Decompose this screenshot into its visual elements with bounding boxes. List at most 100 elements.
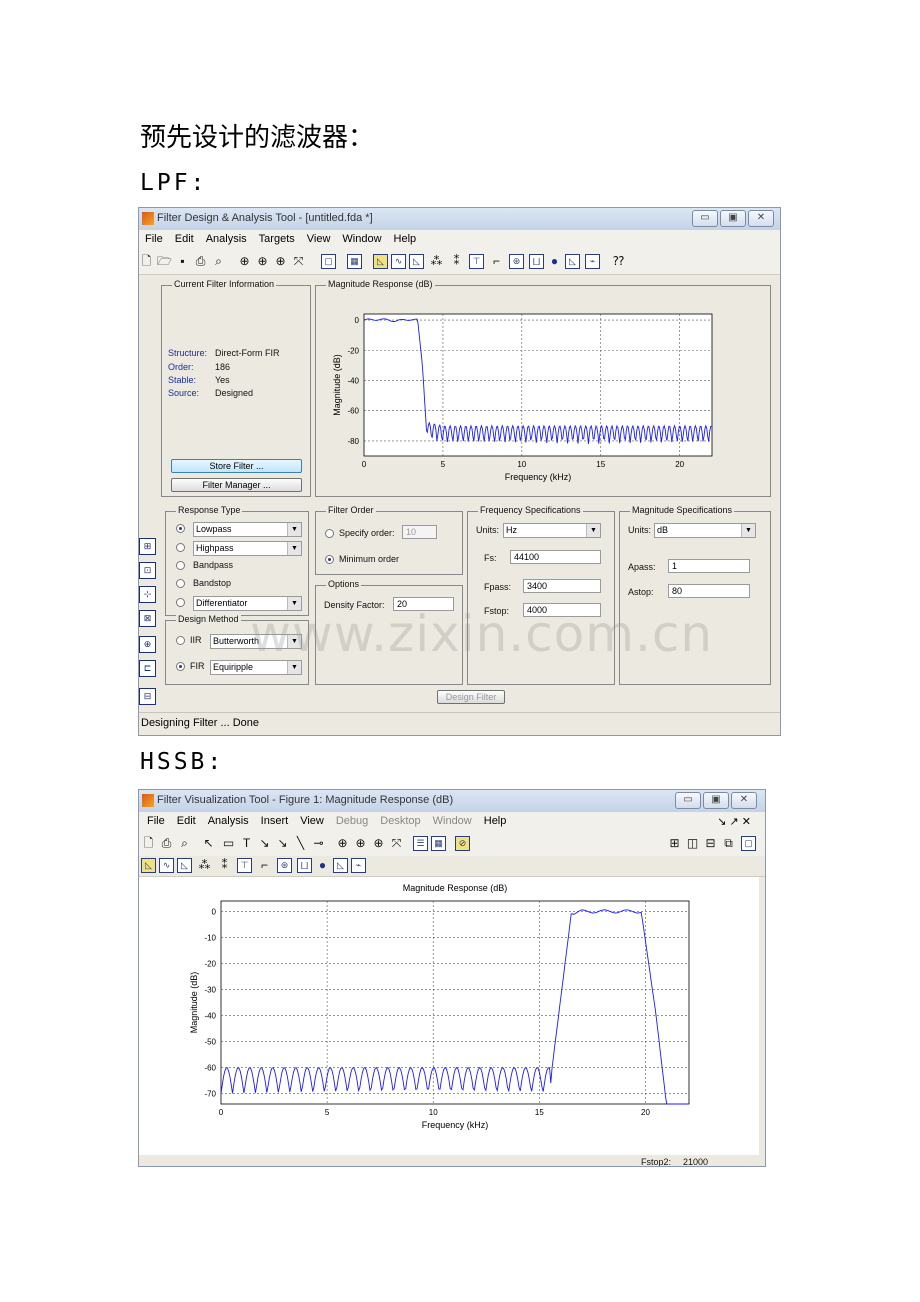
highpass-radio[interactable] (176, 543, 185, 552)
menu-targets[interactable]: Targets (253, 230, 301, 245)
coefficients-icon[interactable]: ⨆ (297, 858, 312, 873)
noise-loading-icon[interactable]: ⌁ (585, 254, 600, 269)
maximize-button[interactable]: ▣ (703, 792, 729, 809)
menu-debug[interactable]: Debug (330, 812, 374, 827)
close-button[interactable]: ✕ (748, 210, 774, 227)
info-icon[interactable]: ● (315, 858, 330, 873)
menu-analysis[interactable]: Analysis (202, 812, 255, 827)
magnitude-estimate-icon[interactable]: ◺ (333, 858, 348, 873)
lowpass-select[interactable]: Lowpass ▼ (193, 522, 302, 537)
apass-input[interactable]: 1 (668, 559, 750, 573)
zoom-y-icon[interactable]: ⊕ (273, 254, 288, 269)
freq-units-select[interactable]: Hz ▼ (503, 523, 601, 538)
text-icon[interactable]: T (239, 836, 254, 851)
phase-delay-icon[interactable]: ⁑ (449, 254, 464, 269)
print-preview-icon[interactable]: ⌕ (177, 836, 192, 851)
menu-file[interactable]: File (139, 230, 169, 245)
transform-side-icon[interactable]: ⊡ (139, 562, 156, 579)
link-icon[interactable]: ⊘ (455, 836, 470, 851)
new-icon[interactable]: 🗋 (141, 836, 156, 851)
specify-order-radio[interactable] (325, 529, 334, 538)
highpass-select[interactable]: Highpass ▼ (193, 541, 302, 556)
maximize-pane-icon[interactable]: ▢ (741, 836, 756, 851)
bandpass-radio[interactable] (176, 561, 185, 570)
tile-icon[interactable]: ⊞ (667, 836, 682, 851)
float-icon[interactable]: ⧉ (721, 836, 736, 851)
multirate-side-icon[interactable]: ⊟ (139, 688, 156, 705)
grid-icon[interactable]: ▦ (431, 836, 446, 851)
zoom-in-icon[interactable]: ⊕ (335, 836, 350, 851)
line-icon[interactable]: ╲ (293, 836, 308, 851)
minimum-order-radio[interactable] (325, 555, 334, 564)
maximize-button[interactable]: ▣ (720, 210, 746, 227)
print-icon[interactable]: ⎙ (159, 836, 174, 851)
minimize-button[interactable]: ▭ (692, 210, 718, 227)
pole-zero-icon[interactable]: ⊛ (277, 858, 292, 873)
coefficients-icon[interactable]: ⨆ (529, 254, 544, 269)
impulse-icon[interactable]: ⊤ (469, 254, 484, 269)
double-arrow-icon[interactable]: ↘ (275, 836, 290, 851)
import-side-icon[interactable]: ⊏ (139, 660, 156, 677)
menu-view[interactable]: View (294, 812, 330, 827)
iir-radio[interactable] (176, 636, 185, 645)
arrow-icon[interactable]: ↘ (257, 836, 272, 851)
split-vertical-icon[interactable]: ◫ (685, 836, 700, 851)
close-button[interactable]: ✕ (731, 792, 757, 809)
fvtool-icon[interactable]: ▦ (347, 254, 362, 269)
filter-manager-button[interactable]: Filter Manager ... (171, 478, 302, 492)
pole-zero-icon[interactable]: ⊛ (509, 254, 524, 269)
save-icon[interactable]: ▪ (175, 254, 190, 269)
lowpass-radio[interactable] (176, 524, 185, 533)
new-window-icon[interactable]: ▢ (321, 254, 336, 269)
mag-units-select[interactable]: dB ▼ (654, 523, 756, 538)
menu-insert[interactable]: Insert (255, 812, 295, 827)
menu-window[interactable]: Window (336, 230, 387, 245)
quantize-side-icon[interactable]: ⊹ (139, 586, 156, 603)
full-view-icon[interactable]: ⤧ (291, 254, 306, 269)
menu-edit[interactable]: Edit (169, 230, 200, 245)
store-filter-button[interactable]: Store Filter ... (171, 459, 302, 473)
rectangle-icon[interactable]: ▭ (221, 836, 236, 851)
zoom-in-icon[interactable]: ⊕ (237, 254, 252, 269)
fs-input[interactable]: 44100 (510, 550, 601, 564)
design-filter-button[interactable]: Design Filter (437, 690, 505, 704)
menu-help[interactable]: Help (388, 230, 423, 245)
menu-edit[interactable]: Edit (171, 812, 202, 827)
zoom-x-icon[interactable]: ⊕ (353, 836, 368, 851)
impulse-icon[interactable]: ⊤ (237, 858, 252, 873)
fir-radio[interactable] (176, 662, 185, 671)
open-icon[interactable]: 🗁 (157, 254, 172, 269)
dock-controls[interactable]: ↘ ↗ ✕ (711, 812, 757, 828)
phase-delay-icon[interactable]: ⁑ (217, 858, 232, 873)
step-icon[interactable]: ⌐ (257, 858, 272, 873)
menu-desktop[interactable]: Desktop (374, 812, 426, 827)
pointer-icon[interactable]: ↖ (201, 836, 216, 851)
print-icon[interactable]: ⎙ (193, 254, 208, 269)
differentiator-radio[interactable] (176, 598, 185, 607)
astop-input[interactable]: 80 (668, 584, 750, 598)
specify-order-input[interactable]: 10 (402, 525, 437, 539)
menu-help[interactable]: Help (478, 812, 513, 827)
group-delay-icon[interactable]: ⁂ (197, 858, 212, 873)
menu-view[interactable]: View (301, 230, 337, 245)
whats-this-icon[interactable]: ⁇ (611, 254, 626, 269)
info-icon[interactable]: ● (547, 254, 562, 269)
menu-analysis[interactable]: Analysis (200, 230, 253, 245)
magnitude-icon[interactable]: ◺ (373, 254, 388, 269)
bandstop-radio[interactable] (176, 579, 185, 588)
mag-phase-icon[interactable]: ◺ (177, 858, 192, 873)
phase-icon[interactable]: ∿ (391, 254, 406, 269)
split-horizontal-icon[interactable]: ⊟ (703, 836, 718, 851)
pin-icon[interactable]: ⊸ (311, 836, 326, 851)
realize-side-icon[interactable]: ⊠ (139, 610, 156, 627)
zoom-y-icon[interactable]: ⊕ (371, 836, 386, 851)
group-delay-icon[interactable]: ⁂ (429, 254, 444, 269)
magnitude-icon[interactable]: ◺ (141, 858, 156, 873)
mag-phase-icon[interactable]: ◺ (409, 254, 424, 269)
design-filter-side-icon[interactable]: ⊞ (139, 538, 156, 555)
step-icon[interactable]: ⌐ (489, 254, 504, 269)
magnitude-estimate-icon[interactable]: ◺ (565, 254, 580, 269)
menu-file[interactable]: File (141, 812, 171, 827)
print-preview-icon[interactable]: ⌕ (211, 254, 226, 269)
zoom-x-icon[interactable]: ⊕ (255, 254, 270, 269)
